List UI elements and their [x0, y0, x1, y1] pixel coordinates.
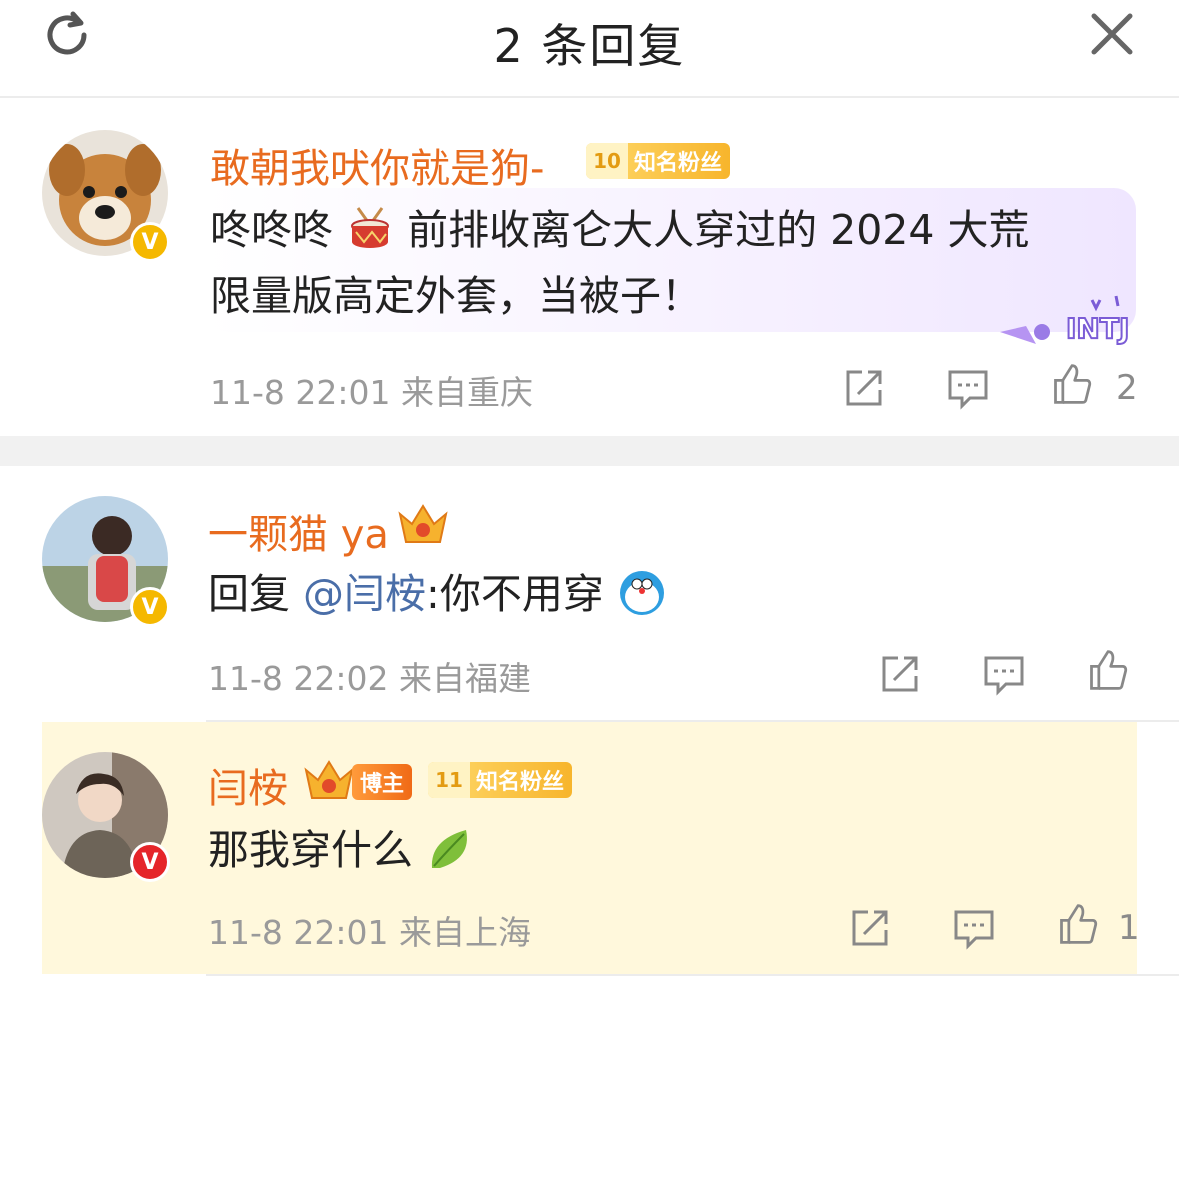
comment-text-suffix: 前排收离仑大人穿过的 2024 大荒: [407, 206, 1030, 254]
verified-badge-icon: V: [130, 842, 170, 882]
close-icon[interactable]: [1090, 12, 1134, 56]
reply-body: 那我穿什么: [208, 826, 413, 874]
leaf-emoji-icon: [431, 830, 467, 868]
header: 2 条回复: [0, 0, 1179, 98]
verified-badge-icon: V: [130, 587, 170, 627]
fan-level: 11: [428, 762, 470, 798]
fan-label: 知名粉丝: [476, 770, 565, 795]
comment-text-line2: 限量版高定外套，当被子！: [210, 272, 702, 320]
like-count-main: 2: [1116, 368, 1138, 408]
timestamp: 11-8 22:01: [210, 373, 391, 412]
comment-text-line1: 咚咚咚 前排收离仑大人穿过的 2024 大荒: [210, 198, 1030, 262]
like-icon[interactable]: [1086, 648, 1130, 692]
timestamp: 11-8 22:02: [208, 659, 389, 698]
fan-level: 10: [586, 143, 628, 179]
blogger-badge: 博主: [352, 764, 413, 800]
reply-body: :你不用穿: [426, 570, 604, 618]
username-reply2[interactable]: 闫桉: [208, 756, 288, 814]
comment-icon[interactable]: [946, 366, 990, 410]
mention-link[interactable]: @闫桉: [303, 570, 426, 618]
reply1-meta: 11-8 22:02 来自福建: [208, 652, 531, 700]
location: 来自福建: [399, 659, 531, 698]
page-title: 2 条回复: [493, 19, 686, 73]
comment-icon[interactable]: [982, 652, 1026, 696]
share-icon[interactable]: [848, 906, 892, 950]
reply-prefix: 回复: [208, 570, 290, 618]
share-icon[interactable]: [878, 652, 922, 696]
crown-badge-icon: [304, 760, 354, 799]
location: 来自重庆: [401, 373, 533, 412]
reply1-text: 回复 @闫桉:你不用穿: [208, 562, 667, 626]
fan-label: 知名粉丝: [634, 151, 723, 176]
comment-icon[interactable]: [952, 906, 996, 950]
timestamp: 11-8 22:01: [208, 913, 389, 952]
verified-badge-icon: V: [130, 222, 170, 262]
reply2-meta: 11-8 22:01 来自上海: [208, 906, 531, 954]
intj-tag-icon: INTJ: [1000, 295, 1130, 346]
like-icon[interactable]: [1050, 362, 1094, 406]
fan-badge-main[interactable]: 10 知名粉丝: [586, 143, 731, 179]
like-count-reply2: 1: [1118, 908, 1140, 948]
intj-tag-label: INTJ: [1066, 312, 1129, 345]
reply2-text: 那我穿什么: [208, 818, 476, 882]
username-reply1[interactable]: 一颗猫 ya: [208, 502, 389, 560]
fan-badge-reply2[interactable]: 11 知名粉丝: [428, 762, 573, 798]
like-icon[interactable]: [1056, 902, 1100, 946]
doraemon-emoji-icon: [619, 571, 664, 615]
share-icon[interactable]: [842, 366, 886, 410]
crown-badge-icon: [398, 504, 448, 543]
comment-text-prefix: 咚咚咚: [210, 206, 333, 254]
section-divider: [0, 436, 1179, 466]
reply-separator: [206, 974, 1179, 976]
drum-emoji-icon: [351, 207, 390, 248]
location: 来自上海: [399, 913, 531, 952]
username-main[interactable]: 敢朝我吠你就是狗-: [210, 136, 544, 194]
comment-meta-main: 11-8 22:01 来自重庆: [210, 366, 533, 414]
